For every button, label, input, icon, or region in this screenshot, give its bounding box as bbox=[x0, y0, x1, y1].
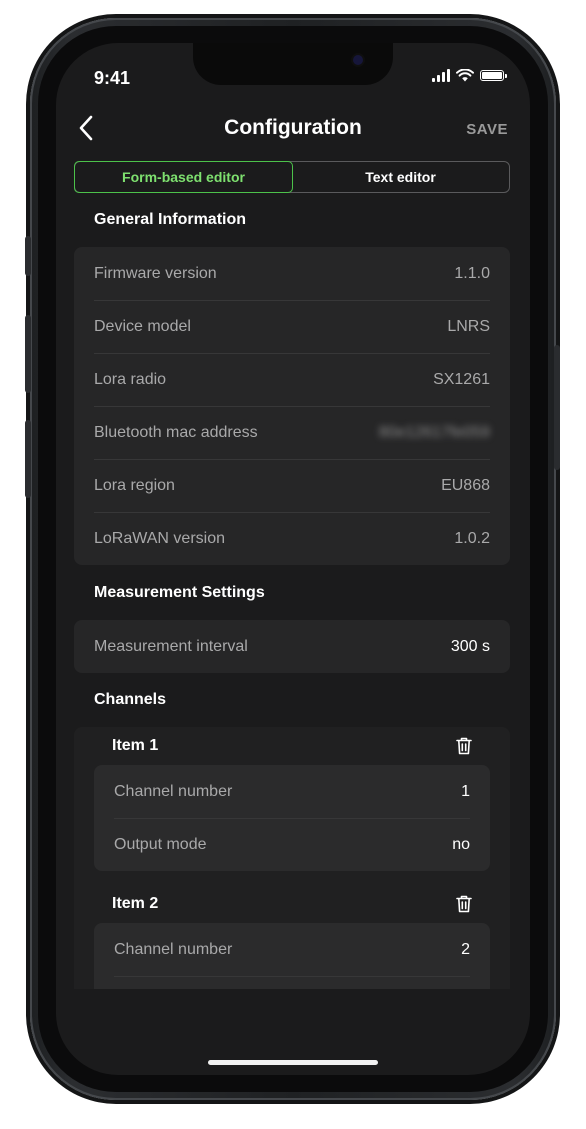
channel-item-header: Item 1 bbox=[74, 727, 510, 765]
row-label: Channel number bbox=[114, 940, 233, 958]
row-value: no bbox=[452, 835, 470, 853]
section-title-measurement: Measurement Settings bbox=[94, 583, 265, 601]
section-title-general: General Information bbox=[94, 211, 247, 228]
output-mode-field[interactable]: Output mode no bbox=[94, 818, 490, 871]
front-camera bbox=[353, 55, 363, 65]
output-mode-field[interactable] bbox=[94, 976, 490, 989]
app-screen: 9:41 Configuration SAVE Form-based edito… bbox=[56, 43, 530, 1075]
row-value: 300 s bbox=[450, 637, 490, 655]
row-label: Channel number bbox=[114, 782, 233, 800]
row-label: Firmware version bbox=[94, 264, 217, 282]
phone-power-button bbox=[554, 345, 560, 470]
wifi-icon bbox=[456, 69, 474, 82]
info-row-device-model: Device model LNRS bbox=[74, 300, 510, 353]
trash-icon bbox=[456, 895, 472, 913]
info-row-firmware: Firmware version 1.1.0 bbox=[74, 247, 510, 300]
row-value: 1 bbox=[461, 782, 470, 800]
battery-icon bbox=[480, 70, 507, 81]
info-row-lora-radio: Lora radio SX1261 bbox=[74, 353, 510, 406]
delete-item-button[interactable] bbox=[456, 895, 472, 913]
notch bbox=[193, 43, 393, 85]
cellular-signal-icon bbox=[432, 69, 450, 82]
item-title: Item 2 bbox=[112, 895, 159, 912]
channel-number-field[interactable]: Channel number 2 bbox=[94, 923, 490, 976]
save-button[interactable]: SAVE bbox=[466, 121, 508, 138]
tab-text-editor[interactable]: Text editor bbox=[292, 162, 509, 192]
status-time: 9:41 bbox=[94, 68, 131, 88]
row-value: 1.0.2 bbox=[454, 529, 490, 547]
page-title: Configuration bbox=[224, 116, 362, 139]
phone-volume-down-button bbox=[25, 420, 31, 498]
info-row-lora-region: Lora region EU868 bbox=[74, 459, 510, 512]
row-value: 1.1.0 bbox=[454, 264, 490, 282]
row-label: Lora region bbox=[94, 476, 175, 494]
home-indicator[interactable] bbox=[208, 1060, 378, 1065]
channel-item-card: Channel number 2 bbox=[94, 923, 490, 989]
info-row-lorawan-version: LoRaWAN version 1.0.2 bbox=[74, 512, 510, 565]
measurement-interval-field[interactable]: Measurement interval 300 s bbox=[74, 620, 510, 673]
row-value: EU868 bbox=[441, 476, 490, 494]
row-label: LoRaWAN version bbox=[94, 529, 226, 547]
row-value: SX1261 bbox=[433, 370, 490, 388]
tab-form-based-editor[interactable]: Form-based editor bbox=[74, 161, 293, 193]
row-value-redacted: 80e12617fe059 bbox=[378, 423, 490, 441]
trash-icon bbox=[456, 737, 472, 755]
row-label: Device model bbox=[94, 317, 191, 335]
general-info-group: Firmware version 1.1.0 Device model LNRS… bbox=[74, 247, 510, 565]
info-row-bluetooth-mac: Bluetooth mac address 80e12617fe059 bbox=[74, 406, 510, 459]
section-title-channels: Channels bbox=[94, 691, 167, 708]
phone-action-button bbox=[25, 236, 31, 276]
row-value: LNRS bbox=[447, 317, 490, 335]
channel-number-field[interactable]: Channel number 1 bbox=[94, 765, 490, 818]
row-label: Lora radio bbox=[94, 370, 167, 388]
channel-item-card: Channel number 1 Output mode no bbox=[94, 765, 490, 871]
status-icons bbox=[432, 69, 507, 82]
config-form: General Information Firmware version 1.1… bbox=[74, 193, 510, 989]
row-label: Measurement interval bbox=[94, 637, 248, 655]
row-value: 2 bbox=[461, 940, 470, 958]
row-label: Output mode bbox=[114, 835, 207, 853]
editor-mode-tabs: Form-based editor Text editor bbox=[74, 161, 510, 193]
item-title: Item 1 bbox=[112, 737, 159, 754]
phone-volume-up-button bbox=[25, 315, 31, 393]
channels-group: Item 1 Channel number 1 Output mode no I… bbox=[74, 727, 510, 989]
row-label: Bluetooth mac address bbox=[94, 423, 258, 441]
measurement-group: Measurement interval 300 s bbox=[74, 620, 510, 673]
channel-item-header: Item 2 bbox=[74, 885, 510, 923]
delete-item-button[interactable] bbox=[456, 737, 472, 755]
